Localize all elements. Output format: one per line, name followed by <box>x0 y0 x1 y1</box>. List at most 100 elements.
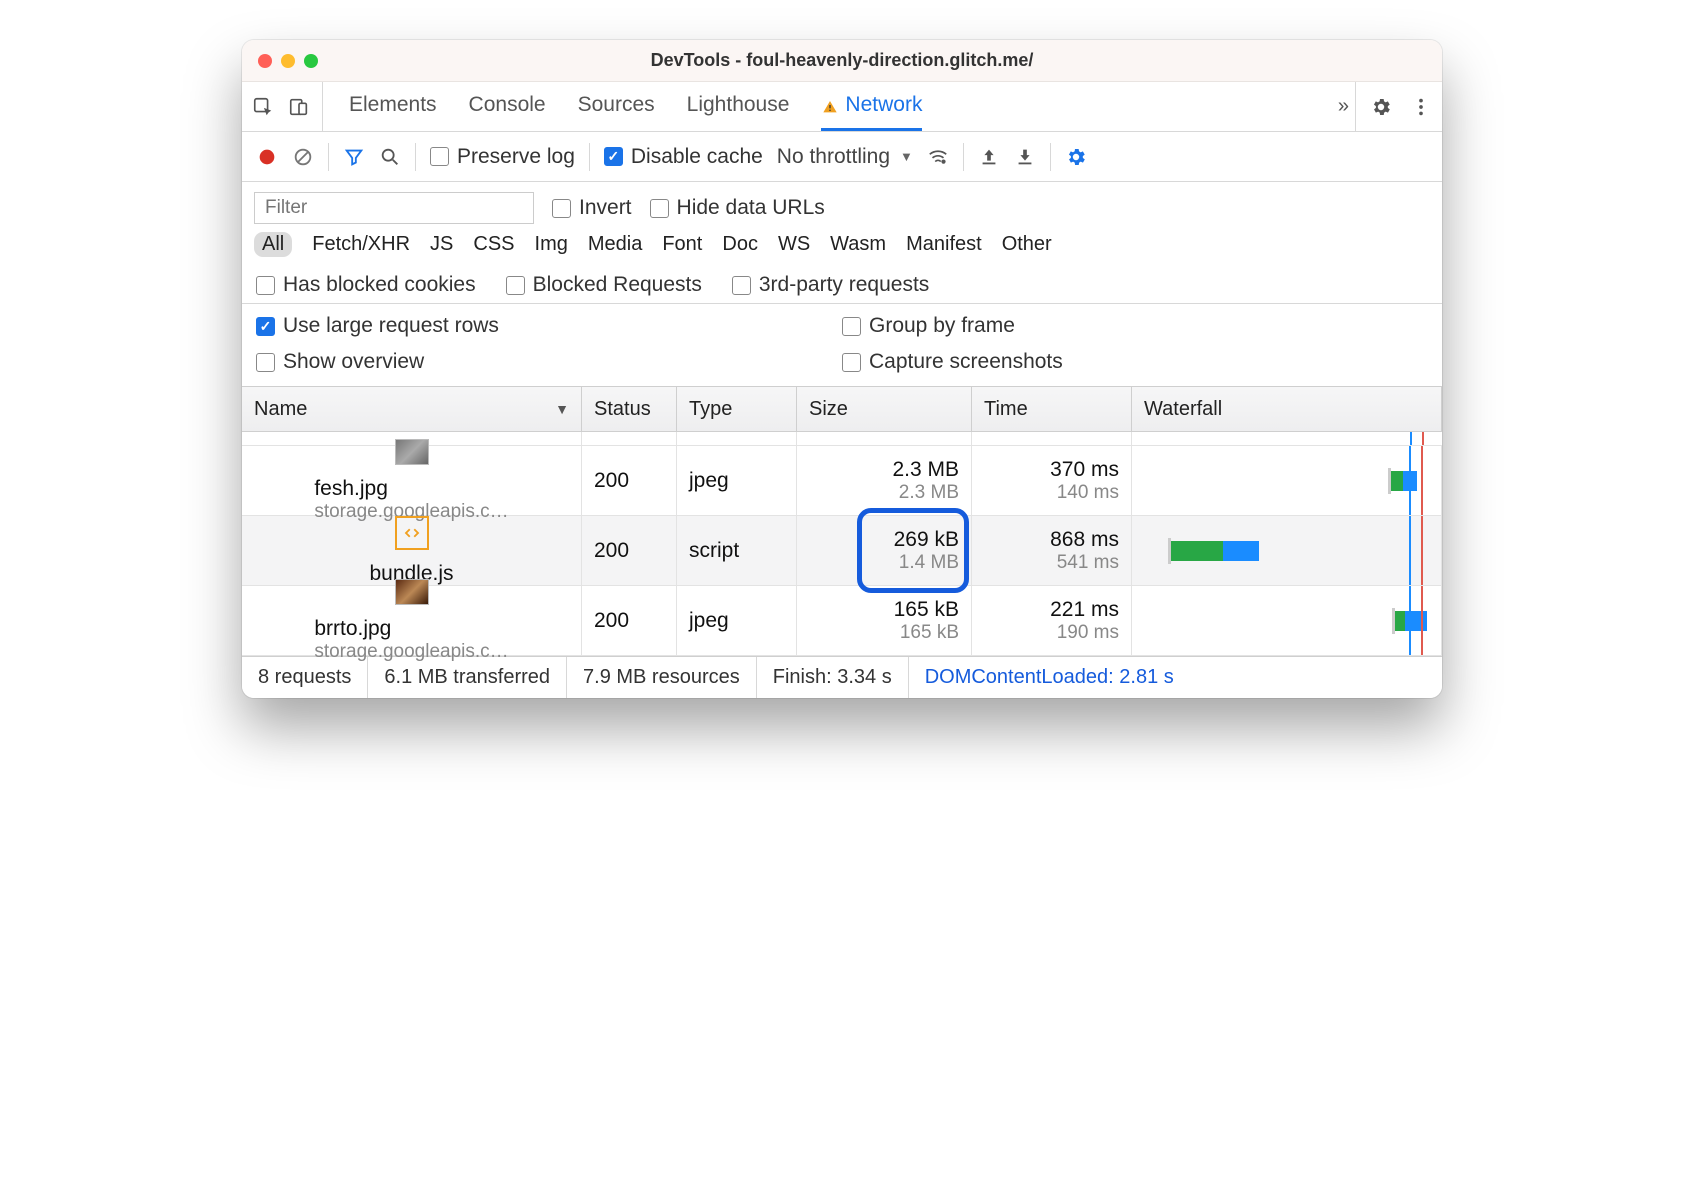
filter-chip-wasm[interactable]: Wasm <box>830 233 886 256</box>
hide-data-urls-checkbox[interactable]: Hide data URLs <box>650 196 825 220</box>
filter-chip-media[interactable]: Media <box>588 233 642 256</box>
filter-chip-other[interactable]: Other <box>1002 233 1052 256</box>
filter-chip-manifest[interactable]: Manifest <box>906 233 982 256</box>
minimize-window-button[interactable] <box>281 54 295 68</box>
size-transfer: 2.3 MB <box>892 458 959 482</box>
time-latency: 190 ms <box>1057 622 1119 644</box>
group-by-frame-checkbox[interactable]: Group by frame <box>842 314 1015 338</box>
type-value: jpeg <box>689 469 784 493</box>
transferred-size: 6.1 MB transferred <box>368 657 567 698</box>
size-resource: 165 kB <box>900 622 959 644</box>
preserve-log-checkbox[interactable]: Preserve log <box>430 145 575 169</box>
blocked-requests-checkbox[interactable]: Blocked Requests <box>506 273 702 297</box>
tab-elements[interactable]: Elements <box>349 82 437 131</box>
upload-har-icon[interactable] <box>978 146 1000 168</box>
has-blocked-cookies-checkbox[interactable]: Has blocked cookies <box>256 273 476 297</box>
status-value: 200 <box>594 539 664 563</box>
inspect-element-icon[interactable] <box>252 96 274 118</box>
time-latency: 541 ms <box>1057 552 1119 574</box>
filter-chip-doc[interactable]: Doc <box>722 233 758 256</box>
col-status-label: Status <box>594 398 651 421</box>
col-size[interactable]: Size <box>797 387 972 431</box>
filter-chip-fetchxhr[interactable]: Fetch/XHR <box>312 233 410 256</box>
size-transfer: 269 kB <box>894 528 959 552</box>
network-toolbar: Preserve log Disable cache No throttling… <box>242 132 1442 182</box>
window-title: DevTools - foul-heavenly-direction.glitc… <box>242 50 1442 71</box>
time-total: 868 ms <box>1050 528 1119 552</box>
filter-chip-ws[interactable]: WS <box>778 233 810 256</box>
group-by-frame-label: Group by frame <box>869 314 1015 338</box>
col-waterfall-label: Waterfall <box>1144 398 1222 421</box>
col-size-label: Size <box>809 398 848 421</box>
filter-icon[interactable] <box>343 146 365 168</box>
col-type[interactable]: Type <box>677 387 797 431</box>
zoom-window-button[interactable] <box>304 54 318 68</box>
extra-filters: Has blocked cookies Blocked Requests 3rd… <box>242 267 1442 303</box>
hide-data-urls-label: Hide data URLs <box>677 196 825 220</box>
tab-label: Sources <box>578 93 655 117</box>
requests-table-header: Name ▼ Status Type Size Time Waterfall <box>242 386 1442 432</box>
search-icon[interactable] <box>379 146 401 168</box>
filter-chip-js[interactable]: JS <box>430 233 453 256</box>
devtools-window: DevTools - foul-heavenly-direction.glitc… <box>242 40 1442 698</box>
status-value: 200 <box>594 609 664 633</box>
large-rows-label: Use large request rows <box>283 314 499 338</box>
table-row[interactable]: bundle.js200script269 kB1.4 MB868 ms541 … <box>242 516 1442 586</box>
col-status[interactable]: Status <box>582 387 677 431</box>
type-value: script <box>689 539 784 563</box>
col-time[interactable]: Time <box>972 387 1132 431</box>
close-window-button[interactable] <box>258 54 272 68</box>
invert-checkbox[interactable]: Invert <box>552 196 632 220</box>
time-latency: 140 ms <box>1057 482 1119 504</box>
invert-label: Invert <box>579 196 632 220</box>
resources-size: 7.9 MB resources <box>567 657 757 698</box>
filter-chip-img[interactable]: Img <box>535 233 568 256</box>
tab-console[interactable]: Console <box>469 82 546 131</box>
kebab-menu-icon[interactable] <box>1410 96 1432 118</box>
requests-count: 8 requests <box>242 657 368 698</box>
filter-chip-css[interactable]: CSS <box>473 233 514 256</box>
clear-icon[interactable] <box>292 146 314 168</box>
record-icon[interactable] <box>256 146 278 168</box>
tab-sources[interactable]: Sources <box>578 82 655 131</box>
capture-screenshots-checkbox[interactable]: Capture screenshots <box>842 350 1063 374</box>
table-row[interactable]: brrto.jpgstorage.googleapis.c…200jpeg165… <box>242 586 1442 656</box>
filter-chip-all[interactable]: All <box>254 232 292 257</box>
more-tabs-button[interactable]: » <box>1338 95 1349 118</box>
tab-label: Lighthouse <box>687 93 790 117</box>
finish-time: Finish: 3.34 s <box>757 657 909 698</box>
col-name[interactable]: Name ▼ <box>242 387 582 431</box>
tab-lighthouse[interactable]: Lighthouse <box>687 82 790 131</box>
tab-label: Console <box>469 93 546 117</box>
time-total: 370 ms <box>1050 458 1119 482</box>
show-overview-label: Show overview <box>283 350 424 374</box>
view-options-2: Show overview Capture screenshots <box>242 350 1442 386</box>
has-blocked-cookies-label: Has blocked cookies <box>283 273 476 297</box>
disable-cache-checkbox[interactable]: Disable cache <box>604 145 763 169</box>
filter-chip-font[interactable]: Font <box>662 233 702 256</box>
large-rows-checkbox[interactable]: Use large request rows <box>256 314 499 338</box>
request-name: fesh.jpg <box>314 477 508 501</box>
resource-type-filters: All Fetch/XHR JS CSS Img Media Font Doc WS Wasm Ma… <box>242 230 1442 267</box>
throttling-value: No throttling <box>777 145 890 169</box>
tab-network[interactable]: Network <box>821 82 922 131</box>
type-value: jpeg <box>689 609 784 633</box>
status-bar: 8 requests 6.1 MB transferred 7.9 MB res… <box>242 656 1442 698</box>
network-settings-icon[interactable] <box>1065 146 1087 168</box>
third-party-checkbox[interactable]: 3rd-party requests <box>732 273 929 297</box>
view-options: Use large request rows Group by frame <box>242 304 1442 350</box>
status-value: 200 <box>594 469 664 493</box>
chevron-down-icon: ▼ <box>900 149 913 164</box>
table-row[interactable]: fesh.jpgstorage.googleapis.c…200jpeg2.3 … <box>242 446 1442 516</box>
device-toolbar-icon[interactable] <box>288 96 310 118</box>
size-resource: 1.4 MB <box>899 552 959 574</box>
show-overview-checkbox[interactable]: Show overview <box>256 350 424 374</box>
throttling-select[interactable]: No throttling ▼ <box>777 145 913 169</box>
settings-icon[interactable] <box>1370 96 1392 118</box>
network-conditions-icon[interactable] <box>927 146 949 168</box>
download-har-icon[interactable] <box>1014 146 1036 168</box>
filter-input[interactable] <box>254 192 534 224</box>
col-waterfall[interactable]: Waterfall <box>1132 387 1442 431</box>
disable-cache-label: Disable cache <box>631 145 763 169</box>
col-time-label: Time <box>984 398 1028 421</box>
